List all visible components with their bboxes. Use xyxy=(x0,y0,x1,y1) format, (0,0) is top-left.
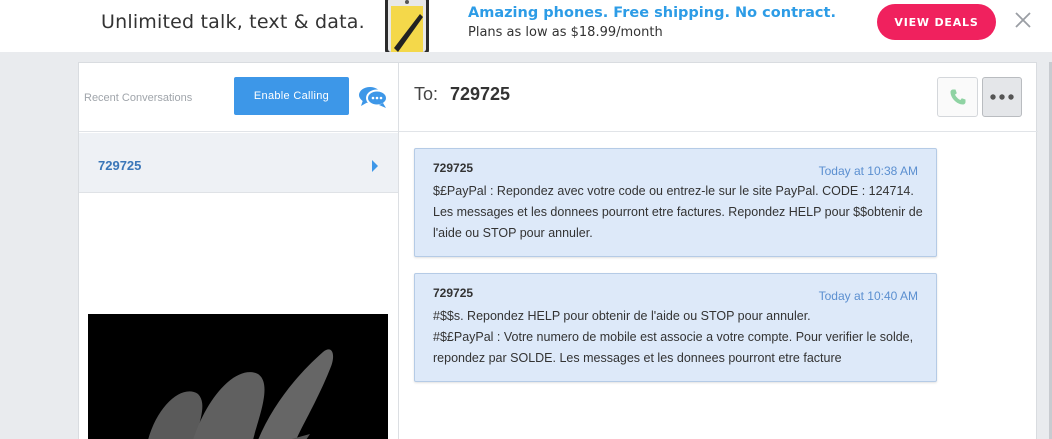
promo-subtitle: Plans as low as $18.99/month xyxy=(468,25,663,40)
conversation-pane: To: 729725 729725 Today at 10:38 AM $£Pa… xyxy=(399,63,1038,439)
message-text: $£PayPal : Repondez avec votre code ou e… xyxy=(433,184,923,240)
message-bubble: 729725 Today at 10:40 AM #$$s. Repondez … xyxy=(414,273,937,382)
message-timestamp: Today at 10:38 AM xyxy=(818,164,918,178)
enable-calling-button[interactable]: Enable Calling xyxy=(234,77,349,115)
ad-image xyxy=(88,314,388,439)
chat-bubbles-icon[interactable] xyxy=(358,85,388,109)
brand-logo-graphic xyxy=(148,349,334,439)
message-bubble: 729725 Today at 10:38 AM $£PayPal : Repo… xyxy=(414,148,937,257)
messaging-app: Recent Conversations Enable Calling 7297… xyxy=(78,62,1038,439)
phone-image xyxy=(385,0,429,52)
message-sender: 729725 xyxy=(433,286,474,300)
close-icon[interactable] xyxy=(1013,10,1033,30)
promo-banner: Unlimited talk, text & data. Amazing pho… xyxy=(0,0,1052,52)
conversation-name: 729725 xyxy=(98,158,142,173)
banner-tagline: Unlimited talk, text & data. xyxy=(101,11,365,33)
message-sender: 729725 xyxy=(433,161,474,175)
chevron-right-icon xyxy=(372,160,378,172)
call-button[interactable] xyxy=(937,77,978,117)
message-timestamp: Today at 10:40 AM xyxy=(818,289,918,303)
conversation-list-item[interactable]: 729725 xyxy=(79,133,398,193)
recent-conversations-label: Recent Conversations xyxy=(84,92,193,104)
recipient-number: 729725 xyxy=(450,84,511,104)
conversation-sidebar: Recent Conversations Enable Calling 7297… xyxy=(79,63,399,439)
conversation-header: To: 729725 xyxy=(399,63,1038,132)
to-label: To: xyxy=(414,84,439,104)
phone-icon xyxy=(950,89,965,105)
sidebar-header: Recent Conversations Enable Calling xyxy=(79,63,398,132)
more-dots-icon xyxy=(990,94,1014,100)
more-options-button[interactable] xyxy=(982,77,1022,117)
message-text: #$$s. Repondez HELP pour obtenir de l'ai… xyxy=(433,309,914,365)
view-deals-button[interactable]: VIEW DEALS xyxy=(877,4,996,40)
promo-title: Amazing phones. Free shipping. No contra… xyxy=(468,5,836,21)
